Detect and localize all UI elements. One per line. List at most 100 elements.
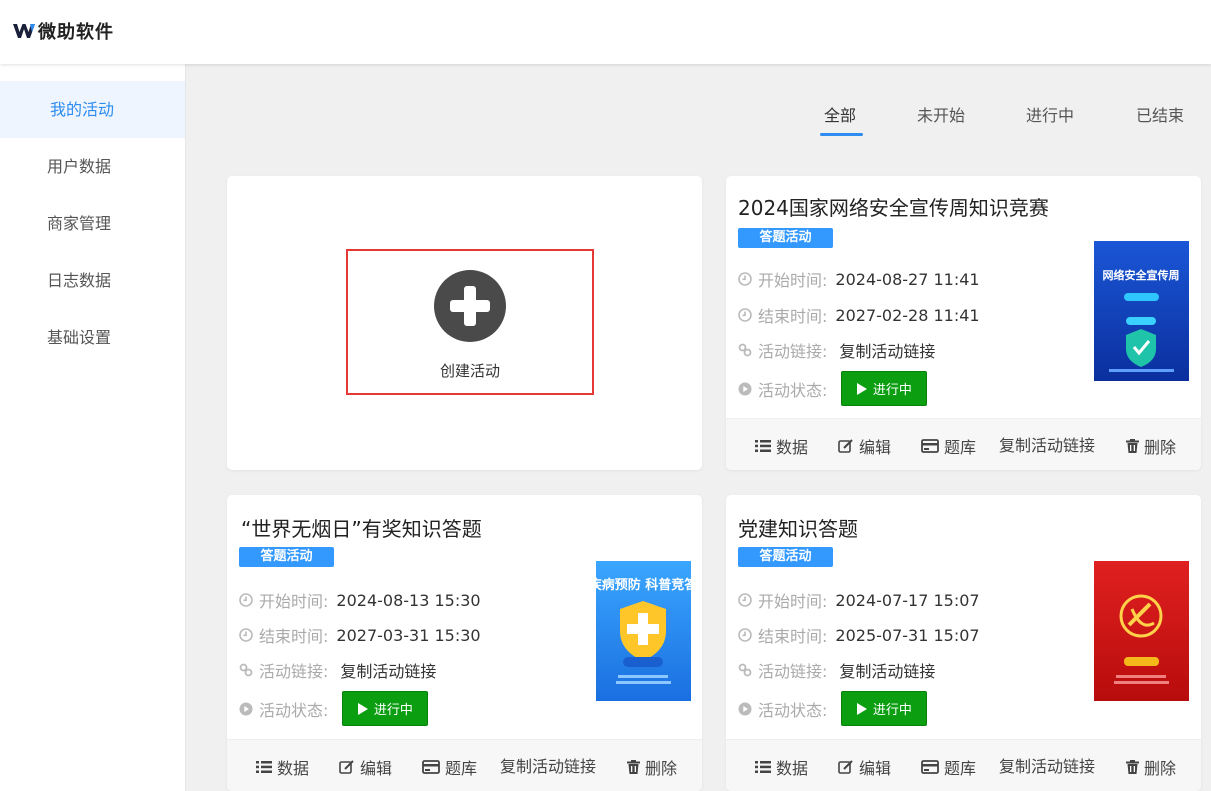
clock-icon (738, 272, 752, 286)
list-icon (755, 761, 771, 773)
activity-card: 党建知识答题 答题活动 开始时间: 2024-07-17 15:07 结束时间:… (726, 495, 1201, 791)
tab-in-progress[interactable]: 进行中 (1026, 102, 1074, 126)
end-time-label: 结束时间: (758, 307, 828, 326)
question-bank-button[interactable]: 题库 (921, 434, 976, 458)
edit-icon (339, 760, 354, 774)
activity-link-label: 活动链接: (259, 662, 329, 681)
disease-prevention-poster: 疾病预防 科普竞答 (596, 561, 691, 701)
edit-button-label: 编辑 (859, 759, 892, 778)
question-bank-button[interactable]: 题库 (921, 755, 976, 779)
status-text: 进行中 (373, 703, 413, 718)
copy-link-button[interactable]: 复制活动链接 (999, 432, 1095, 456)
clock-icon (239, 593, 253, 607)
start-time-row: 开始时间: 2024-08-27 11:41 (738, 267, 980, 291)
data-button-label: 数据 (776, 759, 809, 778)
sidebar-item-merchant-management[interactable]: 商家管理 (0, 195, 185, 252)
start-time-label: 开始时间: (259, 592, 329, 611)
copy-link-button-label: 复制活动链接 (500, 757, 597, 776)
delete-button[interactable]: 删除 (1126, 434, 1176, 458)
play-icon (856, 382, 867, 395)
question-bank-label: 题库 (944, 438, 977, 457)
play-circle-icon (738, 382, 752, 395)
activity-status-label: 活动状态: (758, 700, 828, 720)
activity-thumbnail[interactable]: 疾病预防 科普竞答 (596, 561, 691, 701)
question-bank-button[interactable]: 题库 (422, 755, 477, 779)
start-time-value: 2024-08-27 11:41 (835, 269, 980, 289)
clock-icon (738, 308, 752, 322)
activity-title: “世界无烟日”有奖知识答题 (241, 517, 482, 541)
card-icon (921, 760, 939, 774)
status-button[interactable]: 进行中 (841, 691, 928, 726)
activity-status-label: 活动状态: (259, 700, 329, 720)
question-bank-label: 题库 (445, 759, 478, 778)
data-button[interactable]: 数据 (256, 755, 309, 779)
activity-thumbnail[interactable] (1094, 561, 1189, 701)
sidebar-item-my-activities[interactable]: 我的活动 (0, 81, 185, 138)
create-activity-button[interactable]: 创建活动 (346, 249, 594, 395)
delete-button-label: 删除 (1144, 438, 1177, 457)
edit-button[interactable]: 编辑 (838, 434, 891, 458)
sidebar: 我的活动 用户数据 商家管理 日志数据 基础设置 (0, 64, 186, 791)
logo-icon (13, 24, 35, 38)
edit-icon (838, 760, 853, 774)
poster-title: 疾病预防 科普竞答 (596, 577, 691, 593)
copy-link-text[interactable]: 复制活动链接 (839, 338, 935, 362)
copy-link-button[interactable]: 复制活动链接 (999, 753, 1095, 777)
activity-title: 2024国家网络安全宣传周知识竞赛 (738, 196, 1049, 220)
edit-button-label: 编辑 (859, 438, 892, 457)
data-button[interactable]: 数据 (755, 755, 808, 779)
activity-link-row: 活动链接: 复制活动链接 (738, 658, 935, 682)
activity-status-label: 活动状态: (758, 380, 828, 400)
status-button[interactable]: 进行中 (342, 691, 429, 726)
copy-link-text[interactable]: 复制活动链接 (340, 658, 436, 682)
edit-button[interactable]: 编辑 (339, 755, 392, 779)
play-icon (856, 702, 867, 715)
end-time-row: 结束时间: 2027-03-31 15:30 (239, 623, 481, 647)
sidebar-item-basic-settings[interactable]: 基础设置 (0, 309, 185, 366)
activity-thumbnail[interactable]: 网络安全宣传周 (1094, 241, 1189, 381)
tab-all[interactable]: 全部 (824, 102, 856, 126)
data-button[interactable]: 数据 (755, 434, 808, 458)
edit-button[interactable]: 编辑 (838, 755, 891, 779)
link-icon (239, 663, 253, 677)
cyber-security-poster: 网络安全宣传周 (1094, 241, 1189, 381)
activity-title: 党建知识答题 (738, 517, 858, 541)
delete-button-label: 删除 (645, 759, 678, 778)
logo-text: 微助软件 (38, 22, 114, 43)
sidebar-item-log-data[interactable]: 日志数据 (0, 252, 185, 309)
activity-card: “世界无烟日”有奖知识答题 答题活动 开始时间: 2024-08-13 15:3… (227, 495, 702, 791)
activity-link-row: 活动链接: 复制活动链接 (738, 338, 935, 362)
end-time-row: 结束时间: 2025-07-31 15:07 (738, 623, 980, 647)
sidebar-item-user-data[interactable]: 用户数据 (0, 138, 185, 195)
app-header: 微助软件 (0, 0, 1211, 64)
start-time-value: 2024-08-13 15:30 (336, 590, 481, 610)
copy-link-text[interactable]: 复制活动链接 (839, 658, 935, 682)
end-time-label: 结束时间: (758, 627, 828, 646)
status-text: 进行中 (872, 703, 912, 718)
activity-status-row: 活动状态: 进行中 (738, 691, 928, 726)
end-time-value: 2027-03-31 15:30 (336, 625, 481, 645)
clock-icon (738, 628, 752, 642)
tab-ended[interactable]: 已结束 (1136, 102, 1184, 126)
activity-link-label: 活动链接: (758, 662, 828, 681)
delete-button[interactable]: 删除 (1126, 755, 1176, 779)
party-building-poster (1094, 561, 1189, 701)
list-icon (755, 440, 771, 452)
card-actions: 数据 编辑 题库 复制活动链接 删除 (227, 739, 702, 791)
data-button-label: 数据 (277, 759, 310, 778)
activity-card: 2024国家网络安全宣传周知识竞赛 答题活动 开始时间: 2024-08-27 … (726, 176, 1201, 470)
list-icon (256, 761, 272, 773)
tab-not-started[interactable]: 未开始 (917, 102, 965, 126)
question-bank-label: 题库 (944, 759, 977, 778)
logo[interactable]: 微助软件 (12, 18, 114, 44)
edit-icon (838, 439, 853, 453)
trash-icon (1126, 760, 1139, 774)
end-time-value: 2027-02-28 11:41 (835, 305, 980, 325)
delete-button[interactable]: 删除 (627, 755, 677, 779)
card-actions: 数据 编辑 题库 复制活动链接 删除 (726, 418, 1201, 470)
copy-link-button[interactable]: 复制活动链接 (500, 753, 596, 777)
card-actions: 数据 编辑 题库 复制活动链接 删除 (726, 739, 1201, 791)
create-activity-label: 创建活动 (439, 362, 500, 380)
activity-link-row: 活动链接: 复制活动链接 (239, 658, 436, 682)
status-button[interactable]: 进行中 (841, 371, 928, 406)
